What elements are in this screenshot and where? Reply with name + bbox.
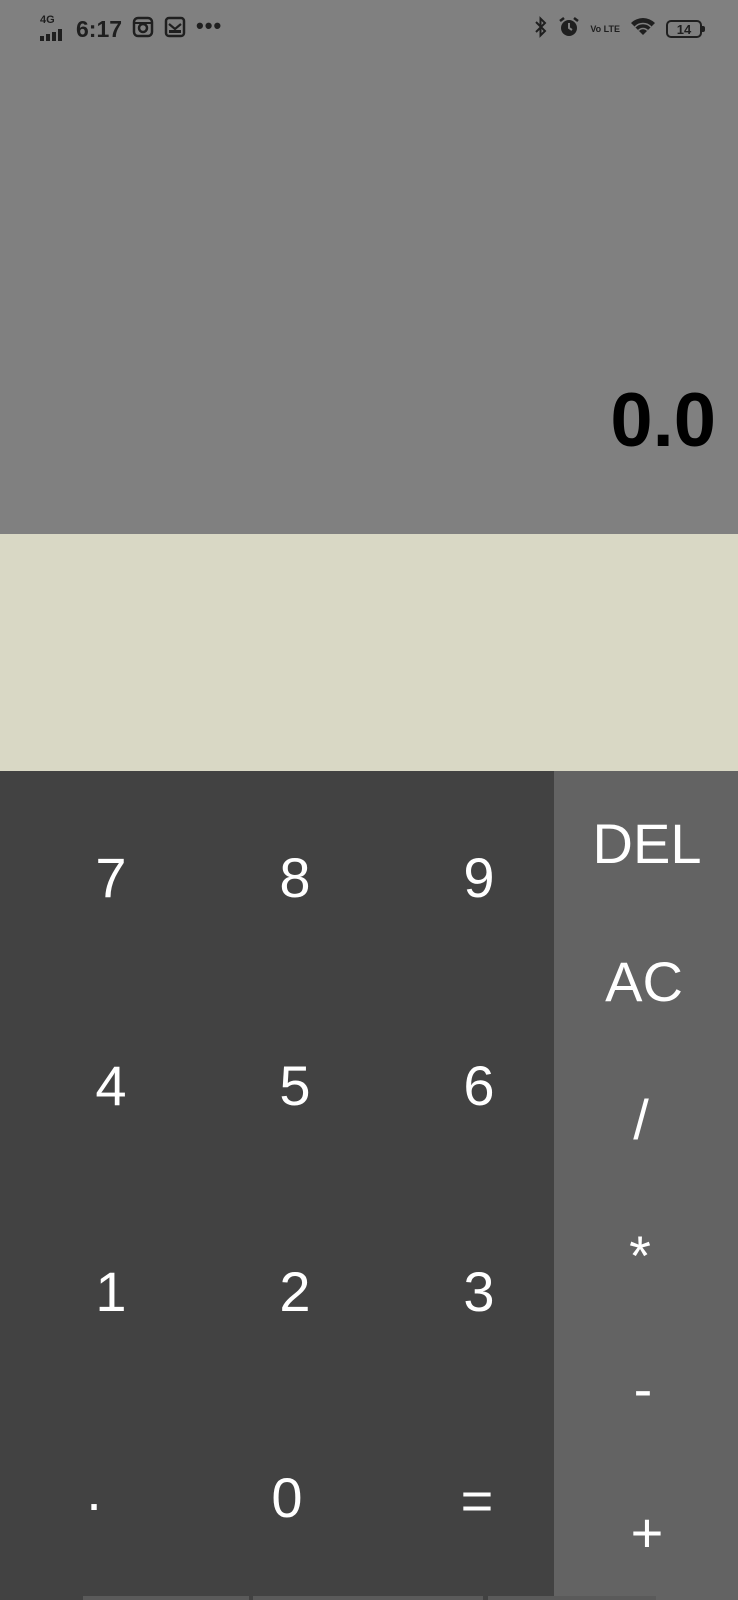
key-0[interactable]: 0 <box>271 1470 302 1526</box>
multiply-button[interactable]: * <box>629 1228 651 1284</box>
key-8[interactable]: 8 <box>279 850 310 906</box>
divide-button[interactable]: / <box>633 1092 649 1148</box>
network-type: 4G <box>40 14 55 26</box>
result-display: 0.0 <box>0 58 738 534</box>
signal-icon: 4G <box>40 14 66 42</box>
battery-level: 14 <box>676 21 692 37</box>
battery-icon: 14 <box>666 20 705 38</box>
key-4[interactable]: 4 <box>95 1058 126 1114</box>
key-decimal[interactable]: . <box>86 1463 102 1519</box>
instagram-icon <box>132 16 154 43</box>
nav-hint-center <box>253 1596 483 1600</box>
clock: 6:17 <box>76 15 123 42</box>
key-2[interactable]: 2 <box>279 1264 310 1320</box>
alarm-icon <box>558 16 580 43</box>
status-bar-right: Vo LTE 14 <box>534 14 705 44</box>
key-6[interactable]: 6 <box>463 1058 494 1114</box>
nav-hint-right <box>488 1596 656 1600</box>
key-5[interactable]: 5 <box>279 1058 310 1114</box>
status-bar-left: 4G 6:17 ••• <box>40 14 222 44</box>
clear-all-button[interactable]: AC <box>605 954 683 1010</box>
bluetooth-icon <box>534 15 548 43</box>
key-7[interactable]: 7 <box>95 850 126 906</box>
wifi-icon <box>630 17 656 42</box>
nav-hint-left <box>83 1596 249 1600</box>
mail-icon <box>164 16 186 43</box>
key-9[interactable]: 9 <box>463 850 494 906</box>
result-value: 0.0 <box>610 378 716 463</box>
expression-area[interactable] <box>0 534 738 771</box>
add-button[interactable]: + <box>631 1505 664 1561</box>
delete-button[interactable]: DEL <box>593 816 702 872</box>
status-bar: 4G 6:17 ••• Vo LTE 14 <box>0 0 738 58</box>
number-pad: 7 8 9 4 5 6 1 2 3 . 0 = <box>0 771 554 1600</box>
key-1[interactable]: 1 <box>95 1264 126 1320</box>
operator-pad: DEL AC / * - + <box>554 771 738 1600</box>
subtract-button[interactable]: - <box>634 1361 653 1417</box>
key-equals[interactable]: = <box>461 1473 494 1529</box>
more-notifications-icon: ••• <box>196 13 223 38</box>
key-3[interactable]: 3 <box>463 1264 494 1320</box>
volte-icon: Vo LTE <box>590 23 620 34</box>
